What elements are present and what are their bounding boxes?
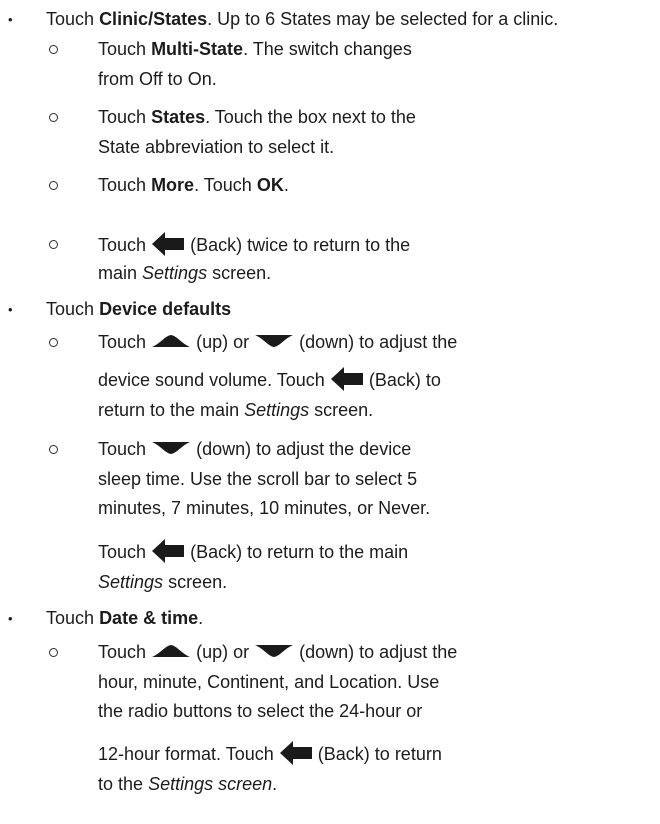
up-arrow-icon — [152, 645, 191, 658]
sub-bullet — [49, 648, 58, 657]
sub-bullet — [49, 240, 58, 249]
instruction-line: Touch (Back) to return to the main — [98, 539, 408, 567]
down-arrow-icon — [255, 335, 294, 348]
bullet: • — [8, 12, 13, 27]
instruction-line: 12-hour format. Touch (Back) to return — [98, 741, 442, 769]
instruction-line: Touch (up) or (down) to adjust the — [98, 642, 458, 662]
instruction-line: Touch (up) or (down) to adjust the — [98, 332, 458, 352]
instruction-line: sleep time. Use the scroll bar to select… — [98, 469, 418, 489]
up-arrow-icon — [152, 335, 191, 348]
back-arrow-icon — [152, 232, 185, 256]
instruction-line: Touch (down) to adjust the device — [98, 439, 412, 459]
back-arrow-icon — [330, 367, 363, 391]
sub-bullet — [49, 338, 58, 347]
instruction-line: Touch Date & time. — [46, 608, 204, 628]
instruction-line: Touch States. Touch the box next to the — [98, 107, 416, 127]
instruction-line: Touch Multi-State. The switch changes — [98, 39, 412, 59]
sub-bullet — [49, 45, 58, 54]
instruction-line: to the Settings screen. — [98, 774, 278, 794]
instruction-line: Touch (Back) twice to return to the — [98, 232, 410, 260]
instruction-line: main Settings screen. — [98, 263, 272, 283]
down-arrow-icon — [152, 442, 191, 455]
sub-bullet — [49, 113, 58, 122]
instruction-line: Touch Clinic/States. Up to 6 States may … — [46, 9, 559, 29]
instruction-line: Settings screen. — [98, 572, 228, 592]
instruction-line: Touch More. Touch OK. — [98, 175, 289, 195]
instruction-line: State abbreviation to select it. — [98, 137, 335, 157]
instruction-line: Touch Device defaults — [46, 299, 232, 319]
bullet: • — [8, 611, 13, 626]
down-arrow-icon — [255, 645, 294, 658]
instruction-line: device sound volume. Touch (Back) to — [98, 367, 441, 395]
instruction-line: hour, minute, Continent, and Location. U… — [98, 672, 440, 692]
back-arrow-icon — [279, 741, 312, 765]
instruction-line: from Off to On. — [98, 69, 217, 89]
back-arrow-icon — [152, 539, 185, 563]
sub-bullet — [49, 181, 58, 190]
instruction-line: minutes, 7 minutes, 10 minutes, or Never… — [98, 498, 431, 518]
sub-bullet — [49, 445, 58, 454]
bullet: • — [8, 302, 13, 317]
instruction-line: the radio buttons to select the 24-hour … — [98, 701, 423, 721]
instruction-line: return to the main Settings screen. — [98, 400, 374, 420]
